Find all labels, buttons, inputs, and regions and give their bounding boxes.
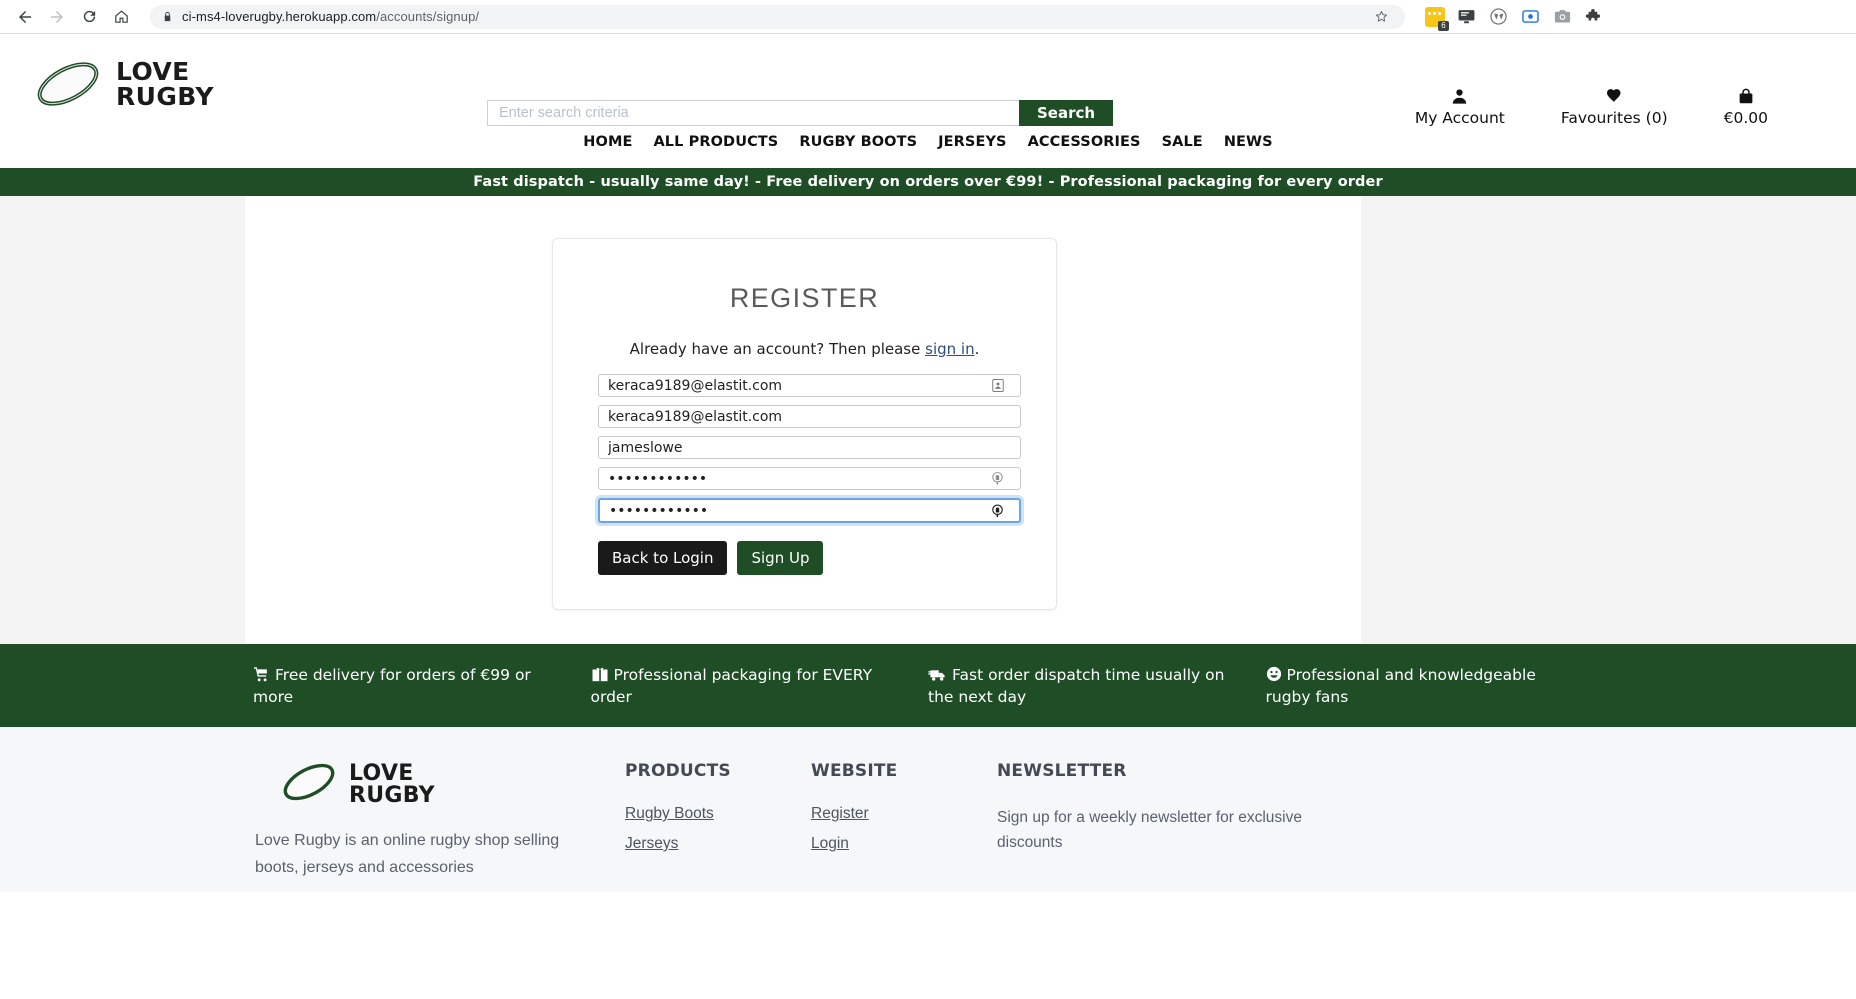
forward-arrow-icon[interactable]	[42, 2, 72, 32]
signin-prompt-suffix: .	[974, 340, 980, 358]
promo-banner: Fast dispatch - usually same day! - Free…	[0, 168, 1856, 196]
username-field-row	[598, 436, 1021, 459]
register-form: Back to Login Sign Up	[598, 374, 1021, 575]
nav-item-jerseys[interactable]: JERSEYS	[938, 134, 1006, 150]
lock-icon	[162, 10, 173, 23]
main-content: REGISTER Already have an account? Then p…	[0, 196, 1856, 644]
nav-item-news[interactable]: NEWS	[1224, 134, 1273, 150]
feature-free-delivery: Free delivery for orders of €99 or more	[253, 665, 591, 707]
password-field-row	[598, 467, 1021, 490]
favourites-link[interactable]: Favourites (0)	[1561, 86, 1668, 127]
sign-up-button[interactable]: Sign Up	[737, 541, 824, 575]
email-confirm-field[interactable]	[598, 405, 1021, 428]
main-navigation: HOME ALL PRODUCTS RUGBY BOOTS JERSEYS AC…	[0, 134, 1856, 168]
footer-logo[interactable]: LOVE RUGBY	[278, 761, 625, 808]
feature-packaging-text: Professional packaging for EVERY order	[590, 665, 873, 706]
user-account-icon	[1450, 86, 1469, 106]
extension-toolbar: 6	[1415, 6, 1605, 31]
nav-item-rugby-boots[interactable]: RUGBY BOOTS	[799, 134, 917, 150]
signin-prompt-prefix: Already have an account? Then please	[629, 340, 926, 358]
footer-rugby-ball-icon	[278, 761, 340, 808]
favourites-label: Favourites (0)	[1560, 109, 1668, 127]
browser-toolbar: ci-ms4-loverugby.herokuapp.com/accounts/…	[0, 0, 1856, 34]
username-field[interactable]	[598, 436, 1021, 459]
screencast-extension-icon[interactable]	[1457, 7, 1477, 27]
footer-link-rugby-boots[interactable]: Rugby Boots	[625, 805, 811, 823]
search-button[interactable]: Search	[1019, 100, 1114, 126]
page: LOVE RUGBY Search My Account	[0, 34, 1856, 999]
feature-dispatch-text: Fast order dispatch time usually on the …	[928, 665, 1225, 706]
footer-link-login[interactable]: Login	[811, 835, 997, 853]
form-buttons: Back to Login Sign Up	[598, 541, 1011, 575]
footer-grid: LOVE RUGBY Love Rugby is an online rugby…	[0, 761, 1856, 881]
site-logo-text: LOVE RUGBY	[116, 57, 214, 111]
wordpress-extension-icon[interactable]	[1489, 7, 1509, 27]
header-actions: My Account Favourites (0) €0.00	[1415, 86, 1768, 127]
header-row: LOVE RUGBY Search My Account	[0, 34, 1856, 134]
nav-item-home[interactable]: HOME	[583, 134, 632, 150]
footer-products-heading: PRODUCTS	[625, 761, 731, 781]
email-confirm-field-row	[598, 405, 1021, 428]
feature-rugby-fans: Professional and knowledgeable rugby fan…	[1266, 665, 1604, 707]
my-account-label: My Account	[1414, 109, 1505, 127]
recorder-extension-icon[interactable]	[1521, 7, 1541, 27]
feature-dispatch: Fast order dispatch time usually on the …	[928, 665, 1266, 707]
footer-logo-text: LOVE RUGBY	[349, 760, 435, 808]
footer-products-column: PRODUCTS Rugby Boots Jerseys	[625, 761, 811, 881]
footer-website-heading: WEBSITE	[811, 761, 898, 781]
cart-total-label: €0.00	[1723, 109, 1768, 127]
footer-newsletter-text: Sign up for a weekly newsletter for excl…	[997, 809, 1302, 851]
screenshot-camera-extension-icon[interactable]	[1553, 7, 1573, 27]
email-field-row	[598, 374, 1021, 397]
bookmark-star-icon[interactable]	[1374, 9, 1393, 24]
site-footer: LOVE RUGBY Love Rugby is an online rugby…	[0, 727, 1856, 892]
password-confirm-field-row	[598, 498, 1021, 523]
feature-packaging: Professional packaging for EVERY order	[591, 665, 929, 707]
nav-item-accessories[interactable]: ACCESSORIES	[1028, 134, 1141, 150]
footer-brand-column: LOVE RUGBY Love Rugby is an online rugby…	[255, 761, 625, 881]
nav-item-all-products[interactable]: ALL PRODUCTS	[653, 134, 778, 150]
cart-link[interactable]: €0.00	[1724, 86, 1768, 127]
smiley-face-icon	[1266, 666, 1282, 687]
feature-rugby-fans-text: Professional and knowledgeable rugby fan…	[1265, 665, 1536, 706]
shopping-bag-icon	[1737, 86, 1755, 106]
footer-link-jerseys[interactable]: Jerseys	[625, 835, 811, 853]
footer-newsletter-column: NEWSLETTER Sign up for a weekly newslett…	[997, 761, 1337, 881]
register-card: REGISTER Already have an account? Then p…	[552, 238, 1057, 610]
signin-prompt: Already have an account? Then please sig…	[598, 340, 1011, 358]
address-bar[interactable]: ci-ms4-loverugby.herokuapp.com/accounts/…	[150, 4, 1405, 29]
home-icon[interactable]	[106, 2, 136, 32]
footer-description: Love Rugby is an online rugby shop selli…	[255, 832, 560, 876]
url-text: ci-ms4-loverugby.herokuapp.com/accounts/…	[182, 9, 480, 24]
shopping-cart-icon	[253, 666, 270, 687]
footer-newsletter-heading: NEWSLETTER	[997, 761, 1127, 781]
nav-item-sale[interactable]: SALE	[1162, 134, 1203, 150]
password-confirm-field[interactable]	[598, 498, 1021, 523]
sign-in-link[interactable]: sign in	[925, 340, 974, 358]
feature-free-delivery-text: Free delivery for orders of €99 or more	[253, 665, 531, 706]
footer-link-register[interactable]: Register	[811, 805, 997, 823]
search-input[interactable]	[487, 100, 1019, 126]
content-container: REGISTER Already have an account? Then p…	[245, 196, 1361, 644]
email-field[interactable]	[598, 374, 1021, 397]
page-title: REGISTER	[729, 283, 880, 313]
back-arrow-icon[interactable]	[10, 2, 40, 32]
puzzle-extensions-icon[interactable]	[1585, 7, 1605, 27]
rugby-ball-icon	[31, 59, 105, 109]
gift-box-icon	[591, 667, 609, 687]
site-header: LOVE RUGBY Search My Account	[0, 34, 1856, 168]
footer-website-column: WEBSITE Register Login	[811, 761, 997, 881]
back-to-login-button[interactable]: Back to Login	[598, 541, 728, 575]
password-field[interactable]	[598, 467, 1021, 490]
delivery-truck-icon	[928, 667, 947, 687]
features-bar: Free delivery for orders of €99 or more …	[0, 644, 1856, 727]
heart-favourites-icon	[1605, 86, 1624, 106]
notes-extension-icon[interactable]: 6	[1425, 6, 1449, 31]
reload-icon[interactable]	[74, 2, 104, 32]
my-account-link[interactable]: My Account	[1415, 86, 1505, 127]
site-logo[interactable]: LOVE RUGBY	[0, 59, 214, 109]
search-bar: Search	[487, 100, 1114, 126]
